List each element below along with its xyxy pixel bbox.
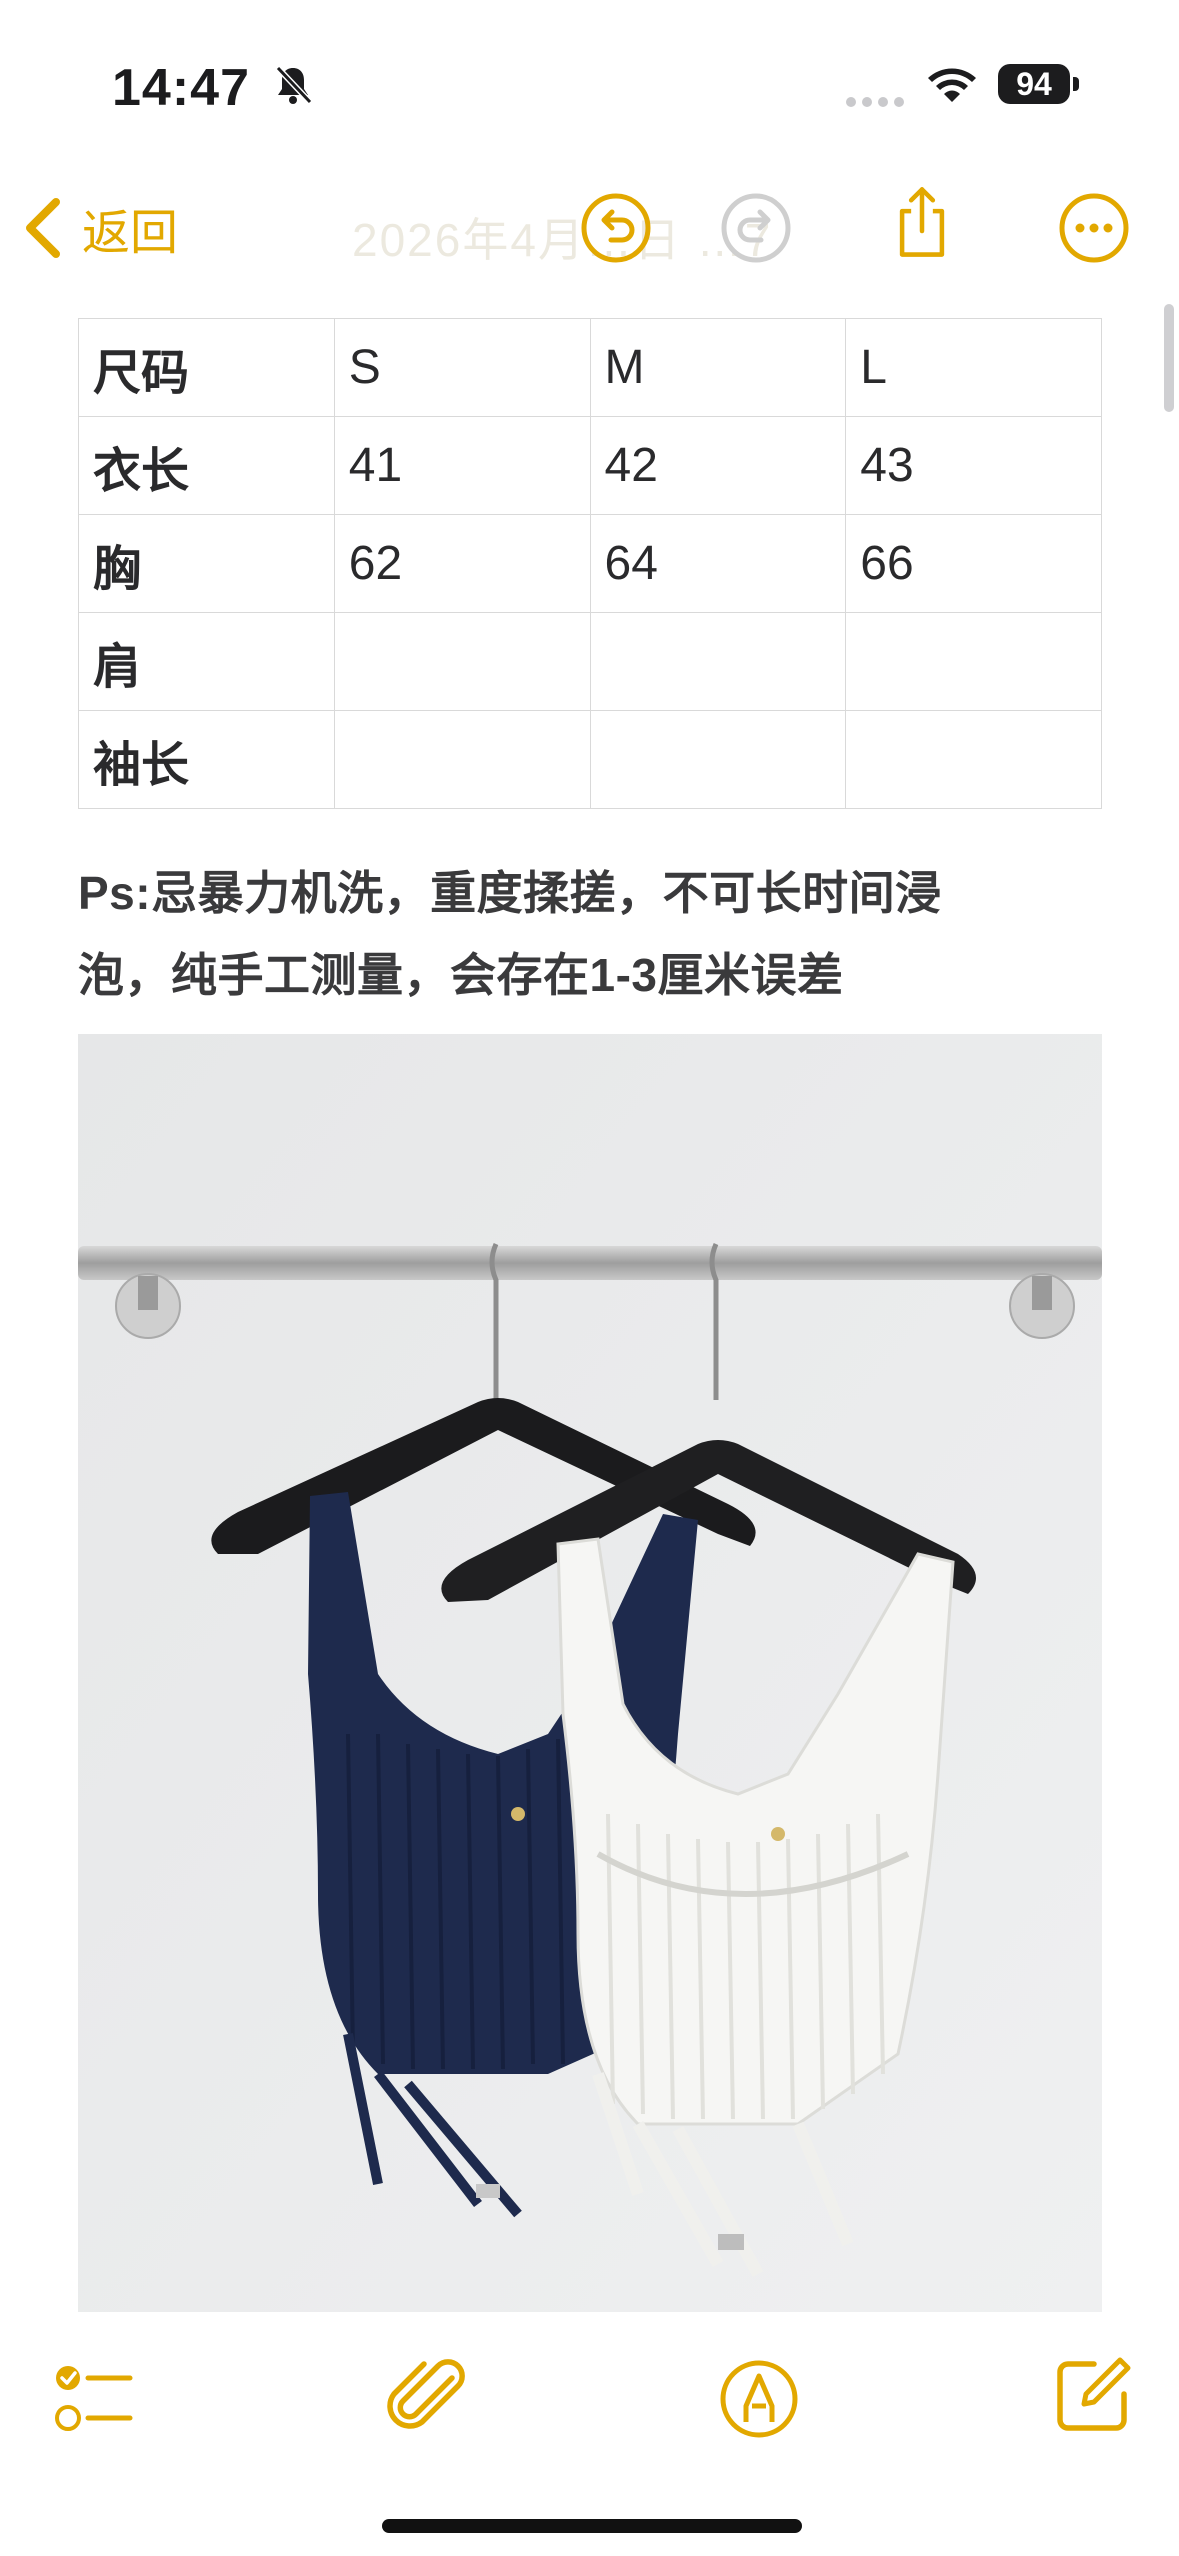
note-title-faded: 2026年4月…日 …7 — [352, 214, 773, 266]
more-icon[interactable] — [1056, 190, 1132, 266]
table-cell[interactable]: 66 — [845, 514, 1102, 613]
table-cell[interactable] — [589, 710, 847, 809]
table-cell[interactable]: 袖长 — [78, 710, 335, 809]
table-row: 胸 62 64 66 — [78, 514, 1102, 613]
table-cell[interactable] — [845, 710, 1102, 809]
table-cell[interactable] — [845, 612, 1102, 711]
table-cell[interactable]: 43 — [845, 416, 1102, 515]
table-cell[interactable]: 41 — [333, 416, 591, 515]
size-table: 尺码 S M L 衣长 41 42 43 胸 62 64 66 肩 袖长 — [78, 318, 1102, 809]
care-note-line: 泡，纯手工测量，会存在1-3厘米误差 — [78, 949, 844, 1001]
battery-cap — [1073, 77, 1079, 91]
wifi-icon — [928, 68, 976, 102]
table-cell[interactable]: M — [589, 318, 847, 417]
table-cell[interactable] — [333, 710, 591, 809]
care-note[interactable]: Ps:忌暴力机洗，重度揉搓，不可长时间浸 泡，纯手工测量，会存在1-3厘米误差 — [78, 852, 1118, 1016]
chevron-left-icon — [26, 198, 60, 258]
table-cell[interactable]: 62 — [333, 514, 591, 613]
home-indicator[interactable] — [382, 2519, 802, 2533]
table-row: 袖长 — [78, 710, 1102, 809]
table-cell[interactable] — [589, 612, 847, 711]
table-cell[interactable]: 尺码 — [78, 318, 335, 417]
paperclip-icon[interactable] — [386, 2356, 472, 2442]
redo-icon[interactable] — [718, 190, 794, 266]
checklist-icon[interactable] — [50, 2356, 136, 2442]
markup-pen-icon[interactable] — [716, 2356, 802, 2442]
scrollbar[interactable] — [1164, 304, 1174, 412]
table-cell[interactable] — [333, 612, 591, 711]
back-label: 返回 — [82, 207, 179, 260]
product-photo[interactable] — [78, 1034, 1102, 2312]
table-cell[interactable]: 胸 — [78, 514, 335, 613]
cellular-signal-icon — [846, 94, 910, 112]
table-cell[interactable]: L — [845, 318, 1102, 417]
back-button[interactable]: 返回 — [22, 192, 178, 264]
table-cell[interactable]: 64 — [589, 514, 847, 613]
table-cell[interactable]: S — [333, 318, 591, 417]
undo-icon[interactable] — [578, 190, 654, 266]
table-header-row: 尺码 S M L — [78, 318, 1102, 417]
silent-bell-icon — [275, 65, 313, 105]
table-row: 衣长 41 42 43 — [78, 416, 1102, 515]
camisole-photo-illustration — [78, 1034, 1102, 2312]
battery-icon: 94 — [998, 64, 1070, 104]
table-cell[interactable]: 衣长 — [78, 416, 335, 515]
care-note-line: Ps:忌暴力机洗，重度揉搓，不可长时间浸 — [78, 867, 942, 919]
compose-icon[interactable] — [1050, 2352, 1136, 2438]
share-icon[interactable] — [884, 184, 960, 260]
status-time: 14:47 — [112, 59, 250, 117]
table-row: 肩 — [78, 612, 1102, 711]
table-cell[interactable]: 42 — [589, 416, 847, 515]
table-cell[interactable]: 肩 — [78, 612, 335, 711]
